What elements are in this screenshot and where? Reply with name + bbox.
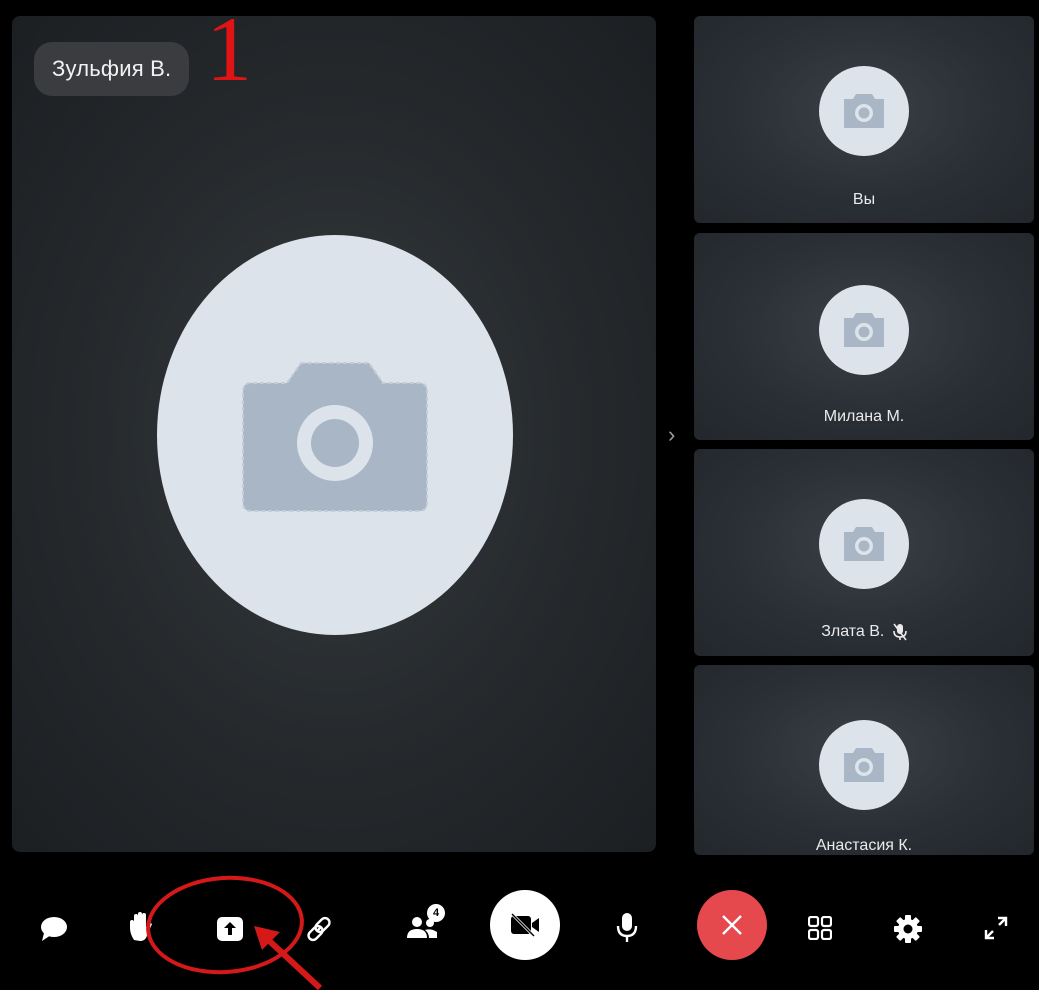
annotation-number: 1 <box>206 0 252 100</box>
grid-layout-icon <box>808 916 832 940</box>
hang-up-button[interactable] <box>697 890 767 960</box>
gear-icon <box>894 915 922 943</box>
annotation-arrow-icon <box>254 926 323 990</box>
grid-layout-button[interactable] <box>808 916 832 940</box>
chat-button[interactable] <box>40 916 68 942</box>
camera-icon <box>844 527 884 561</box>
participant-name: Вы <box>852 191 876 208</box>
participants-count-badge: 4 <box>427 904 445 922</box>
participant-avatar <box>819 66 909 156</box>
main-participant-name: Зульфия В. <box>34 42 190 96</box>
participant-label: Злата В. <box>694 623 1034 641</box>
camera-icon <box>844 313 884 347</box>
participant-tile[interactable]: Злата В. <box>694 449 1034 656</box>
camera-icon <box>844 748 884 782</box>
participants-button[interactable]: 4 <box>405 904 445 940</box>
participant-tile[interactable]: Вы <box>694 16 1034 223</box>
camera-icon <box>242 362 428 512</box>
main-video-tile[interactable]: Зульфия В. <box>12 16 656 852</box>
participant-tile[interactable]: Анастасия К. <box>694 665 1034 855</box>
microphone-icon <box>616 913 638 942</box>
settings-button[interactable] <box>893 914 923 944</box>
participant-avatar <box>819 720 909 810</box>
fullscreen-button[interactable] <box>984 916 1008 940</box>
participant-name: Анастасия К. <box>815 837 913 854</box>
chat-icon <box>41 917 67 941</box>
participant-tile[interactable]: Милана М. <box>694 233 1034 440</box>
participant-name: Злата В. <box>821 623 885 641</box>
camera-off-icon <box>510 913 539 937</box>
participant-name: Милана М. <box>823 408 905 425</box>
fullscreen-icon <box>984 916 1008 940</box>
microphone-button[interactable] <box>616 912 638 944</box>
mic-off-icon <box>892 623 907 641</box>
close-icon <box>722 915 742 935</box>
participant-avatar <box>819 285 909 375</box>
camera-icon <box>844 94 884 128</box>
main-avatar <box>157 235 513 635</box>
chevron-right-icon[interactable]: › <box>668 422 675 448</box>
camera-toggle-button[interactable] <box>490 890 560 960</box>
participant-avatar <box>819 499 909 589</box>
